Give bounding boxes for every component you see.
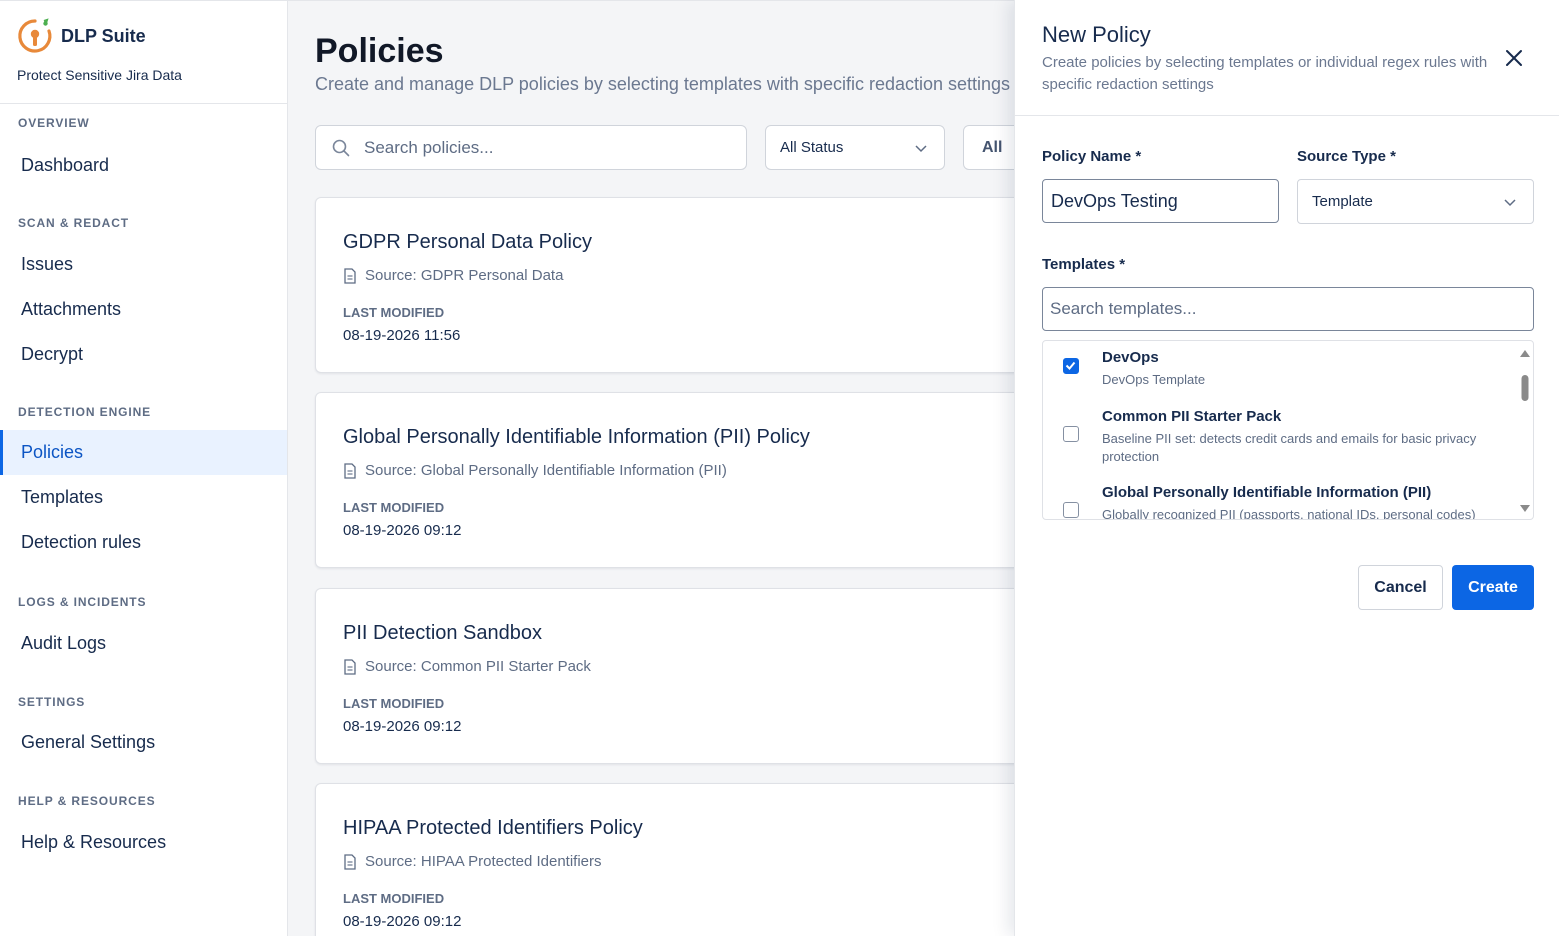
last-modified-label: LAST MODIFIED xyxy=(343,696,445,711)
policy-source-text: Source: Global Personally Identifiable I… xyxy=(365,462,727,479)
document-icon xyxy=(344,853,356,870)
policy-name: Global Personally Identifiable Informati… xyxy=(343,426,810,448)
template-checkbox[interactable] xyxy=(1063,358,1079,374)
secondary-filter-value: All xyxy=(982,138,1003,156)
nav-section-logs-incidents: LOGS & INCIDENTS xyxy=(18,595,147,609)
sidebar-item-templates[interactable]: Templates xyxy=(0,475,287,520)
last-modified-date: 08-19-2026 11:56 xyxy=(343,327,461,344)
app-name: DLP Suite xyxy=(61,25,146,46)
policy-name-label: Policy Name * xyxy=(1042,148,1142,165)
scrollbar-icon xyxy=(1520,350,1530,512)
close-icon[interactable] xyxy=(1504,48,1524,68)
app-subtitle: Protect Sensitive Jira Data xyxy=(17,67,182,83)
template-checkbox[interactable] xyxy=(1063,502,1079,518)
panel-description: Create policies by selecting templates o… xyxy=(1042,54,1488,93)
template-name: Common PII Starter Pack xyxy=(1102,408,1282,425)
policy-source-text: Source: Common PII Starter Pack xyxy=(365,658,591,675)
template-name: Global Personally Identifiable Informati… xyxy=(1102,484,1432,501)
template-list: DevOps DevOps Template Common PII Starte… xyxy=(1042,340,1534,520)
policy-card[interactable]: Global Personally Identifiable Informati… xyxy=(315,392,1055,568)
policy-card[interactable]: HIPAA Protected Identifiers Policy Sourc… xyxy=(315,783,1055,936)
policy-name-input[interactable] xyxy=(1042,179,1279,223)
nav-section-overview: OVERVIEW xyxy=(18,116,90,130)
status-filter-value: All Status xyxy=(780,139,844,156)
template-list-scrollbar[interactable] xyxy=(1519,345,1531,517)
policy-source: Source: Common PII Starter Pack xyxy=(343,658,591,675)
status-filter-select[interactable]: All Status xyxy=(765,125,945,170)
sidebar-item-policies[interactable]: Policies xyxy=(0,430,287,475)
page-title: Policies xyxy=(315,32,444,70)
policy-name: PII Detection Sandbox xyxy=(343,622,543,644)
sidebar-item-attachments[interactable]: Attachments xyxy=(0,287,287,332)
nav-section-detection-engine: DETECTION ENGINE xyxy=(18,405,152,419)
document-icon xyxy=(344,267,356,284)
template-description: Baseline PII set: detects credit cards a… xyxy=(1102,431,1477,464)
last-modified-label: LAST MODIFIED xyxy=(343,891,445,906)
sidebar: DLP Suite Protect Sensitive Jira Data OV… xyxy=(0,0,288,936)
policy-card[interactable]: GDPR Personal Data Policy Source: GDPR P… xyxy=(315,197,1055,373)
chevron-down-icon xyxy=(1504,199,1516,207)
policy-search-box[interactable] xyxy=(315,125,747,170)
policy-source-text: Source: HIPAA Protected Identifiers xyxy=(365,853,602,870)
sidebar-item-help-resources[interactable]: Help & Resources xyxy=(0,820,287,865)
cancel-button[interactable]: Cancel xyxy=(1358,565,1443,610)
last-modified-label: LAST MODIFIED xyxy=(343,500,445,515)
policy-search-input[interactable] xyxy=(364,137,724,158)
policy-name: HIPAA Protected Identifiers Policy xyxy=(343,817,643,839)
panel-title: New Policy xyxy=(1042,22,1151,47)
sidebar-item-detection-rules[interactable]: Detection rules xyxy=(0,520,287,565)
last-modified-date: 08-19-2026 09:12 xyxy=(343,718,462,735)
checkmark-icon xyxy=(1065,361,1076,370)
template-search-input[interactable] xyxy=(1042,287,1534,331)
nav-section-settings: SETTINGS xyxy=(18,695,86,709)
policy-source-text: Source: GDPR Personal Data xyxy=(365,267,564,284)
template-option-common-pii[interactable]: Common PII Starter Pack Baseline PII set… xyxy=(1043,399,1513,475)
template-checkbox[interactable] xyxy=(1063,426,1079,442)
policy-source: Source: GDPR Personal Data xyxy=(343,267,563,284)
template-option-global-pii[interactable]: Global Personally Identifiable Informati… xyxy=(1043,475,1513,520)
sidebar-item-decrypt[interactable]: Decrypt xyxy=(0,332,287,377)
source-type-value: Template xyxy=(1312,193,1373,210)
source-type-label: Source Type * xyxy=(1297,148,1396,165)
sidebar-item-issues[interactable]: Issues xyxy=(0,242,287,287)
sidebar-item-general-settings[interactable]: General Settings xyxy=(0,720,287,765)
last-modified-label: LAST MODIFIED xyxy=(343,305,445,320)
panel-header: New Policy Create policies by selecting … xyxy=(1015,0,1559,116)
policy-source: Source: Global Personally Identifiable I… xyxy=(343,462,727,479)
sidebar-item-audit-logs[interactable]: Audit Logs xyxy=(0,621,287,666)
template-description: Globally recognized PII (passports, nati… xyxy=(1102,507,1476,520)
nav-section-help-resources: HELP & RESOURCES xyxy=(18,794,156,808)
sidebar-item-dashboard[interactable]: Dashboard xyxy=(0,143,287,188)
brand-header: DLP Suite Protect Sensitive Jira Data xyxy=(0,1,287,104)
chevron-down-icon xyxy=(915,145,927,153)
last-modified-date: 08-19-2026 09:12 xyxy=(343,913,462,930)
document-icon xyxy=(344,462,356,479)
policy-card[interactable]: PII Detection Sandbox Source: Common PII… xyxy=(315,588,1055,764)
document-icon xyxy=(344,658,356,675)
search-icon xyxy=(332,139,350,156)
new-policy-panel: New Policy Create policies by selecting … xyxy=(1014,0,1559,936)
template-description: DevOps Template xyxy=(1102,372,1206,387)
page-subtitle: Create and manage DLP policies by select… xyxy=(315,74,1011,94)
template-name: DevOps xyxy=(1102,349,1159,366)
nav-section-scan-redact: SCAN & REDACT xyxy=(18,216,130,230)
policy-source: Source: HIPAA Protected Identifiers xyxy=(343,853,602,870)
create-button[interactable]: Create xyxy=(1452,565,1534,610)
last-modified-date: 08-19-2026 09:12 xyxy=(343,522,462,539)
source-type-select[interactable]: Template xyxy=(1297,179,1534,224)
templates-label: Templates * xyxy=(1042,256,1126,273)
template-option-devops[interactable]: DevOps DevOps Template xyxy=(1043,341,1513,399)
policy-name: GDPR Personal Data Policy xyxy=(343,231,592,253)
keyhole-logo-icon xyxy=(18,18,52,53)
